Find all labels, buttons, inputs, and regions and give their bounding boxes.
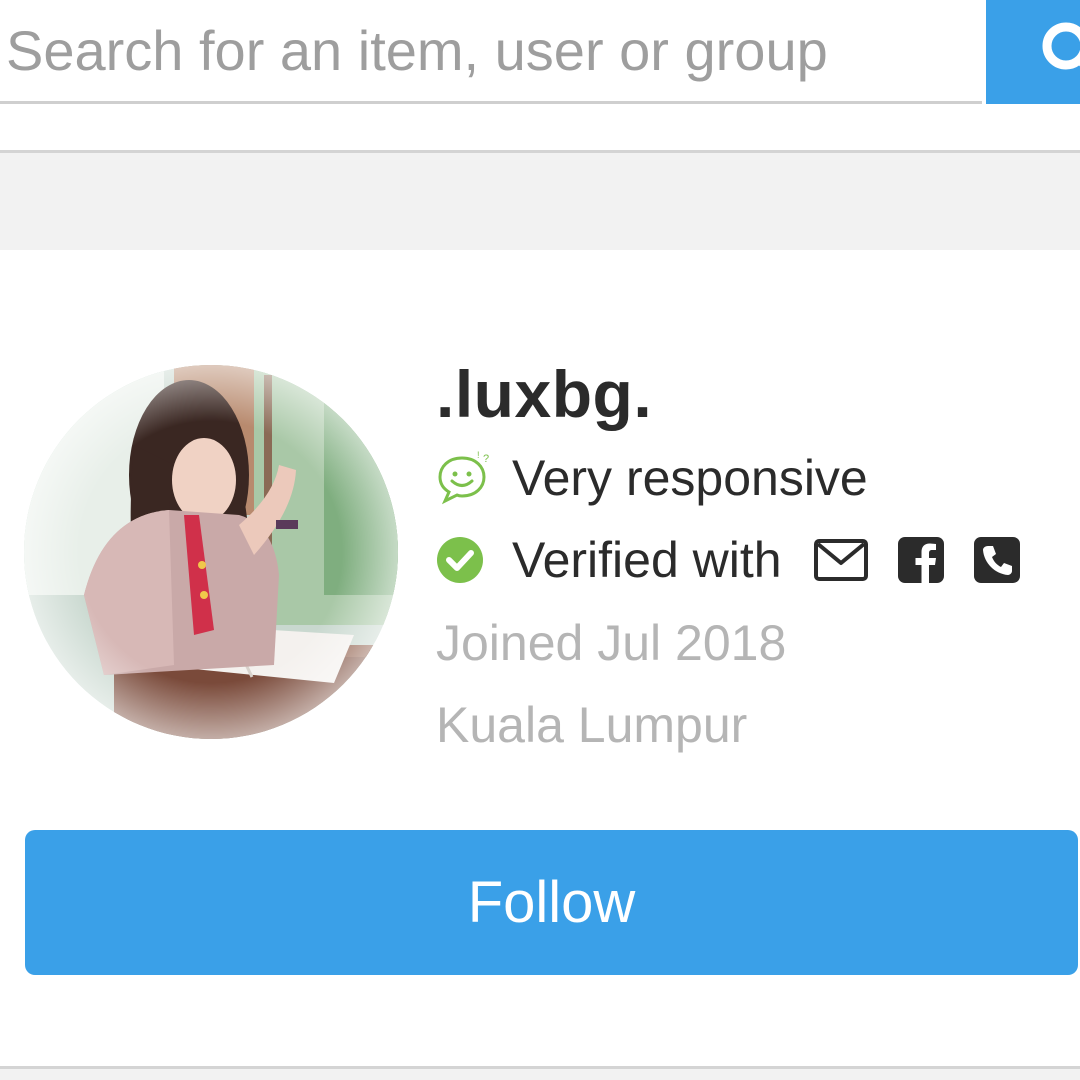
phone-icon <box>973 537 1020 583</box>
location: Kuala Lumpur <box>436 697 748 753</box>
search-button[interactable] <box>986 0 1080 104</box>
avatar[interactable] <box>24 365 398 739</box>
email-icon <box>813 538 868 582</box>
search-input[interactable] <box>0 0 982 104</box>
svg-text:?: ? <box>483 453 489 465</box>
section-separator <box>0 1069 1080 1080</box>
verification-row: Verified with <box>436 530 1050 590</box>
responsiveness-label: Very responsive <box>512 450 868 506</box>
svg-text:!: ! <box>477 450 480 460</box>
smiley-chat-icon: ? ! <box>436 450 492 506</box>
profile-photo <box>24 365 398 739</box>
username: .luxbg. <box>436 357 653 431</box>
profile-page: .luxbg. ? ! Very responsive <box>0 0 1080 1080</box>
spacer <box>0 106 1080 150</box>
verification-methods <box>813 537 1050 583</box>
section-separator <box>0 153 1080 250</box>
follow-button[interactable]: Follow <box>25 830 1078 975</box>
search-icon <box>1042 22 1080 70</box>
check-circle-icon <box>436 532 492 588</box>
facebook-icon <box>897 537 944 583</box>
search-bar <box>0 0 1080 106</box>
verified-label: Verified with <box>512 532 782 588</box>
profile-card: .luxbg. ? ! Very responsive Verified wit… <box>0 250 1080 1066</box>
responsiveness-row: ? ! Very responsive <box>436 448 868 508</box>
joined-date: Joined Jul 2018 <box>436 615 787 671</box>
